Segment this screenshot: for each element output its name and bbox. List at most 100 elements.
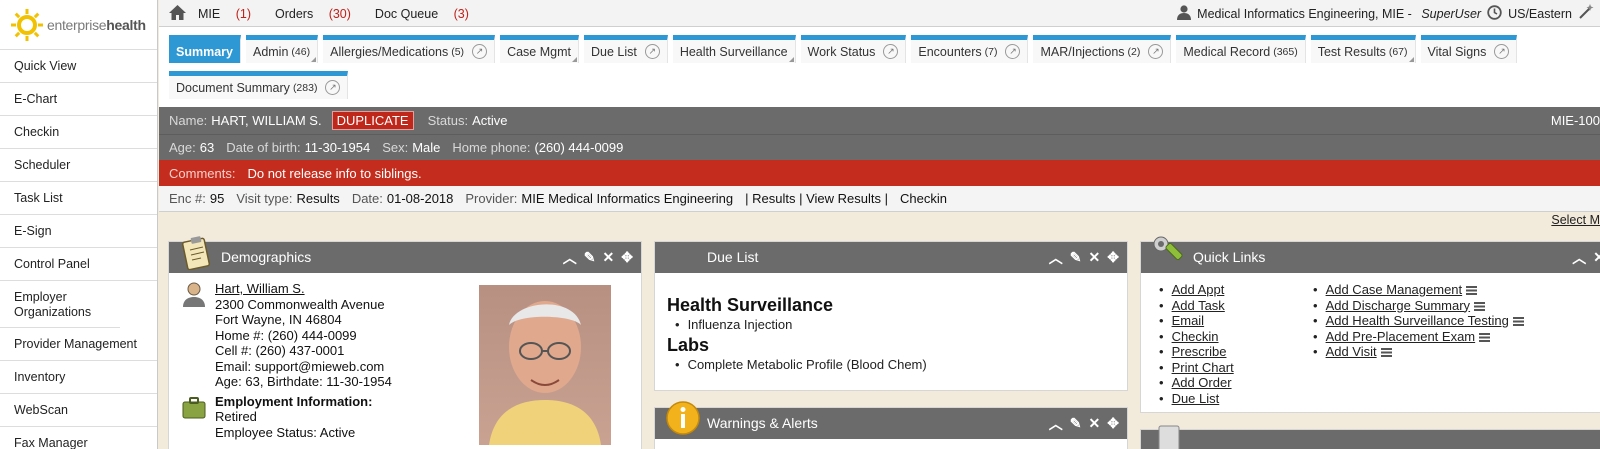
orders-link[interactable]: Orders (30) xyxy=(275,7,363,21)
tab-label: Admin xyxy=(252,44,289,59)
select-modules-link[interactable]: Select M xyxy=(1551,213,1600,227)
edit-icon[interactable]: ✎ xyxy=(584,249,596,266)
ql-prescribe[interactable]: Prescribe xyxy=(1159,344,1313,360)
ql-add-case-management[interactable]: Add Case Management xyxy=(1313,282,1524,298)
close-icon[interactable]: ✕ xyxy=(1089,415,1101,432)
clipboard-icon xyxy=(181,236,211,270)
sidebar-item-scheduler[interactable]: Scheduler xyxy=(0,149,157,182)
user-menu[interactable]: Medical Informatics Engineering, MIE - S… xyxy=(1197,7,1481,21)
popout-icon[interactable]: ↗ xyxy=(883,44,899,59)
demo-home-phone: Home #: (260) 444-0099 xyxy=(215,327,357,343)
ql-add-order[interactable]: Add Order xyxy=(1159,375,1313,391)
tab-test-results[interactable]: Test Results (67) xyxy=(1310,35,1416,63)
demographics-widget: Demographics ︿ ✎ ✕ ✥ Hart, William S. 2300 … xyxy=(168,236,642,449)
list-icon[interactable] xyxy=(1466,286,1478,296)
top-nav: MIE (1) Orders (30) Doc Queue (3) Medica… xyxy=(159,0,1600,27)
ql-email[interactable]: Email xyxy=(1159,313,1313,329)
sidebar-item-control-panel[interactable]: Control Panel xyxy=(0,248,157,281)
patient-photo[interactable] xyxy=(479,285,611,445)
tab-due-list[interactable]: Due List ↗ xyxy=(583,35,668,63)
sidebar-item-e-chart[interactable]: E-Chart xyxy=(0,83,157,116)
tab-vital-signs[interactable]: Vital Signs ↗ xyxy=(1420,35,1518,63)
name-label: Name: xyxy=(169,113,208,128)
employee-status: Employee Status: Active xyxy=(215,424,356,440)
list-icon[interactable] xyxy=(1479,332,1491,342)
popout-icon[interactable]: ↗ xyxy=(1005,44,1021,59)
patient-status: Active xyxy=(472,113,508,128)
move-icon[interactable]: ✥ xyxy=(1107,249,1119,266)
collapse-icon[interactable]: ︿ xyxy=(1049,248,1063,268)
ql-add-discharge-summary[interactable]: Add Discharge Summary xyxy=(1313,298,1524,314)
sidebar-item-task-list[interactable]: Task List xyxy=(0,182,157,215)
list-icon[interactable] xyxy=(1380,348,1392,358)
popout-icon[interactable]: ↗ xyxy=(325,80,341,95)
tab-count: (67) xyxy=(1388,45,1408,58)
collapse-icon[interactable]: ︿ xyxy=(563,248,577,268)
tab-health-surveillance[interactable]: Health Surveillance xyxy=(672,35,796,63)
tab-work-status[interactable]: Work Status ↗ xyxy=(800,35,907,63)
tab-mar-injections[interactable]: MAR/Injections (2) ↗ xyxy=(1033,35,1172,63)
checkin-link[interactable]: Checkin xyxy=(900,191,947,206)
widget-header: Quick Links ︿ ✕ xyxy=(1141,236,1600,273)
quick-links-col-1: Add Appt Add Task Email Checkin Prescrib… xyxy=(1153,282,1313,406)
ql-checkin[interactable]: Checkin xyxy=(1159,329,1313,345)
wand-icon[interactable] xyxy=(1578,4,1594,23)
ql-add-appt[interactable]: Add Appt xyxy=(1159,282,1313,298)
close-icon[interactable]: ✕ xyxy=(603,249,615,266)
popout-icon[interactable]: ↗ xyxy=(1148,44,1164,59)
dropdown-corner-icon xyxy=(311,57,317,62)
move-icon[interactable]: ✥ xyxy=(1107,415,1119,432)
sidebar-item-webscan[interactable]: WebScan xyxy=(0,394,157,427)
employment-status: Retired xyxy=(215,409,257,424)
tab-encounters[interactable]: Encounters (7) ↗ xyxy=(911,35,1029,63)
ql-print-chart[interactable]: Print Chart xyxy=(1159,360,1313,376)
sidebar-item-inventory[interactable]: Inventory xyxy=(0,361,157,394)
tab-medical-record[interactable]: Medical Record (365) xyxy=(1176,35,1306,63)
edit-icon[interactable]: ✎ xyxy=(1070,415,1082,432)
sidebar-item-provider-management[interactable]: Provider Management xyxy=(0,328,157,361)
move-icon[interactable]: ✥ xyxy=(621,249,633,266)
ql-add-visit[interactable]: Add Visit xyxy=(1313,344,1524,360)
timezone[interactable]: US/Eastern xyxy=(1508,7,1572,21)
demo-cell-phone: Cell #: (260) 437-0001 xyxy=(215,343,345,358)
close-icon[interactable]: ✕ xyxy=(1593,249,1600,266)
tab-summary[interactable]: Summary xyxy=(169,35,241,63)
edit-icon[interactable]: ✎ xyxy=(1070,249,1082,266)
sex-label: Sex: xyxy=(382,140,409,155)
demo-name-link[interactable]: Hart, William S. xyxy=(215,281,392,297)
mie-link[interactable]: MIE (1) xyxy=(198,7,263,21)
enc-date: 01-08-2018 xyxy=(386,191,454,206)
ql-add-pre-placement-exam[interactable]: Add Pre-Placement Exam xyxy=(1313,329,1524,345)
user-name: Medical Informatics Engineering, MIE - xyxy=(1197,6,1412,21)
collapse-icon[interactable]: ︿ xyxy=(1572,248,1586,268)
list-icon[interactable] xyxy=(1474,301,1486,311)
tab-allergies-medications[interactable]: Allergies/Medications (5) ↗ xyxy=(323,35,496,63)
tab-count: (2) xyxy=(1127,45,1141,58)
close-icon[interactable]: ✕ xyxy=(1089,249,1101,266)
list-icon[interactable] xyxy=(1512,317,1524,327)
sidebar-item-fax-manager[interactable]: Fax Manager xyxy=(0,427,157,449)
sidebar-item-checkin[interactable]: Checkin xyxy=(0,116,157,149)
tab-case-mgmt[interactable]: Case Mgmt xyxy=(500,35,579,63)
tab-row-1: Summary Admin (46) Allergies/Medications(… xyxy=(169,35,1600,64)
sidebar-item-e-sign[interactable]: E-Sign xyxy=(0,215,157,248)
ql-add-health-surveillance-testing[interactable]: Add Health Surveillance Testing xyxy=(1313,313,1524,329)
tab-document-summary[interactable]: Document Summary (283) ↗ xyxy=(169,71,349,99)
popout-icon[interactable]: ↗ xyxy=(472,44,488,59)
collapse-icon[interactable]: ︿ xyxy=(1049,414,1063,434)
tab-admin[interactable]: Admin (46) xyxy=(245,35,319,63)
sidebar-item-employer-organizations[interactable]: Employer Organizations xyxy=(0,281,120,328)
sidebar-item-quick-view[interactable]: Quick View xyxy=(0,50,157,83)
doc-queue-link[interactable]: Doc Queue (3) xyxy=(375,7,481,21)
popout-icon[interactable]: ↗ xyxy=(1494,44,1510,59)
ql-add-task[interactable]: Add Task xyxy=(1159,298,1313,314)
logo-text-bold: health xyxy=(106,16,146,33)
logo[interactable]: enterprisehealth xyxy=(0,0,157,50)
results-links[interactable]: | Results | View Results | xyxy=(745,191,888,206)
home-icon[interactable] xyxy=(169,4,186,23)
popout-icon[interactable]: ↗ xyxy=(644,44,660,59)
comments-label: Comments: xyxy=(169,165,236,181)
ql-due-list[interactable]: Due List xyxy=(1159,391,1313,407)
partial-widget xyxy=(1140,425,1600,449)
provider-name: MIE Medical Informatics Engineering xyxy=(521,191,734,206)
